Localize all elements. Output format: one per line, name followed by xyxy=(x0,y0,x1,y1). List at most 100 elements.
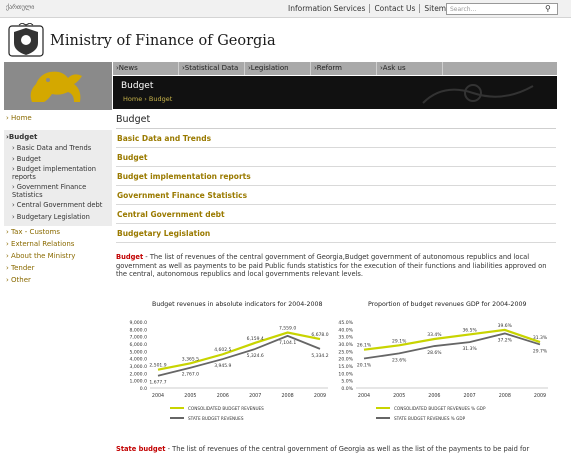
data-label: 29.1% xyxy=(392,338,407,344)
state-budget-description-text: - The list of revenues of the central go… xyxy=(165,445,530,453)
lion-icon xyxy=(30,71,83,102)
y-tick-label: 5.0% xyxy=(341,379,353,385)
state-budget-label: State budget xyxy=(116,445,166,453)
nav-statistical-data[interactable]: ›Statistical Data xyxy=(179,62,245,75)
breadcrumb[interactable]: Home › Budget xyxy=(123,95,172,103)
banner-title: Budget xyxy=(121,81,154,91)
site-title[interactable]: Ministry of Finance of Georgia xyxy=(50,33,276,49)
x-tick-label: 2008 xyxy=(499,393,511,399)
legend-label: CONSOLIDATED BUDGET REVENUES xyxy=(188,406,264,411)
sidebar-sub-basic-data[interactable]: › Basic Data and Trends xyxy=(4,144,112,152)
sidebar-budget-group: ›Budget › Basic Data and Trends › Budget… xyxy=(4,130,112,226)
section-link-basic-data[interactable]: Basic Data and Trends xyxy=(116,129,556,148)
data-label: 5,324.6 xyxy=(247,353,264,359)
sidebar-sub-budgetary-legislation[interactable]: › Budgetary Legislation xyxy=(4,213,112,221)
y-tick-label: 20.0% xyxy=(338,357,353,363)
x-tick-label: 2005 xyxy=(393,393,405,399)
y-tick-label: 45.0% xyxy=(338,320,353,326)
section-link-budgetary-legislation[interactable]: Budgetary Legislation xyxy=(116,224,556,243)
nav-news[interactable]: ›News xyxy=(113,62,179,75)
section-link-budget[interactable]: Budget xyxy=(116,148,556,167)
x-tick-label: 2009 xyxy=(534,393,546,399)
data-label: 31.3% xyxy=(462,346,477,352)
language-switch-link[interactable]: ქართული xyxy=(6,4,34,11)
x-tick-label: 2009 xyxy=(314,393,326,399)
chart-title-gdp: Proportion of budget revenues GDP for 20… xyxy=(368,301,527,308)
sidebar-item-tax-customs[interactable]: › Tax - Customs xyxy=(4,226,112,238)
x-tick-label: 2004 xyxy=(358,393,370,399)
y-tick-label: 10.0% xyxy=(338,371,353,377)
data-label: 23.6% xyxy=(392,357,407,363)
data-label: 3,945.9 xyxy=(214,363,231,369)
data-label: 20.1% xyxy=(357,363,372,369)
y-tick-label: 2,000.0 xyxy=(129,371,147,377)
data-label: 6,678.0 xyxy=(311,332,328,338)
y-tick-label: 1,000.0 xyxy=(129,379,147,385)
y-tick-label: 15.0% xyxy=(338,364,353,370)
page-title: Budget xyxy=(116,114,556,129)
sidebar-sub-finance-statistics[interactable]: › Government Finance Statistics xyxy=(4,183,112,199)
y-tick-label: 6,000.0 xyxy=(129,342,147,348)
y-tick-label: 0.0 xyxy=(140,386,147,392)
sidebar-item-budget[interactable]: ›Budget xyxy=(4,131,112,143)
main-content: Budget Basic Data and Trends Budget Budg… xyxy=(116,114,556,243)
sidebar: › Home ›Budget › Basic Data and Trends ›… xyxy=(4,112,112,286)
section-link-central-debt[interactable]: Central Government debt xyxy=(116,205,556,224)
nav-ask-us[interactable]: ›Ask us xyxy=(377,62,443,75)
section-link-finance-statistics[interactable]: Government Finance Statistics xyxy=(116,186,556,205)
data-label: 2,501.9 xyxy=(149,363,166,369)
data-label: 28.6% xyxy=(427,350,442,356)
sidebar-item-home[interactable]: › Home xyxy=(4,112,112,124)
series-line-0 xyxy=(157,331,321,371)
y-tick-label: 25.0% xyxy=(338,349,353,355)
nav-legislation[interactable]: ›Legislation xyxy=(245,62,311,75)
site-header: Ministry of Finance of Georgia xyxy=(0,18,571,62)
utility-links: Information Services Contact Us Sitemap xyxy=(284,4,459,13)
x-tick-label: 2006 xyxy=(428,393,440,399)
y-tick-label: 40.0% xyxy=(338,327,353,333)
sidebar-item-about-ministry[interactable]: › About the Ministry xyxy=(4,250,112,262)
x-tick-label: 2004 xyxy=(152,393,164,399)
data-label: 39.6% xyxy=(498,323,513,329)
contact-us-link[interactable]: Contact Us xyxy=(370,4,421,13)
y-tick-label: 35.0% xyxy=(338,335,353,341)
search-icon[interactable]: ⚲ xyxy=(545,4,551,13)
legend-label: STATE BUDGET REVENUES % GDP xyxy=(394,416,466,421)
data-label: 26.1% xyxy=(357,343,372,349)
series-line-0 xyxy=(363,328,541,351)
x-tick-label: 2007 xyxy=(249,393,261,399)
lion-emblem-banner xyxy=(4,62,112,110)
data-label: 33.4% xyxy=(427,332,442,338)
sidebar-item-tender[interactable]: › Tender xyxy=(4,262,112,274)
section-link-implementation-reports[interactable]: Budget implementation reports xyxy=(116,167,556,186)
data-label: 7,559.0 xyxy=(279,326,296,332)
data-label: 3,365.5 xyxy=(182,356,199,362)
legend-label: CONSOLIDATED BUDGET REVENUES % GDP xyxy=(394,406,486,411)
data-label: 5,334.2 xyxy=(311,353,328,359)
sidebar-item-external-relations[interactable]: › External Relations xyxy=(4,238,112,250)
ornament-graphic xyxy=(422,84,534,104)
nav-reform[interactable]: ›Reform xyxy=(311,62,377,75)
y-tick-label: 9,000.0 xyxy=(129,320,147,326)
sidebar-sub-budget[interactable]: › Budget xyxy=(4,155,112,163)
sidebar-sub-implementation-reports[interactable]: › Budget implementation reports xyxy=(4,165,112,181)
information-services-link[interactable]: Information Services xyxy=(284,4,371,13)
chart-title-absolute: Budget revenues in absolute indicators f… xyxy=(152,301,323,308)
search-input[interactable]: Search... xyxy=(446,3,558,15)
y-tick-label: 4,000.0 xyxy=(129,357,147,363)
y-tick-label: 8,000.0 xyxy=(129,327,147,333)
x-tick-label: 2006 xyxy=(217,393,229,399)
top-utility-bar: ქართული Information Services Contact Us … xyxy=(0,0,571,18)
y-tick-label: 0.0% xyxy=(341,386,353,392)
coat-of-arms-logo[interactable] xyxy=(8,23,44,57)
data-label: 7,104.1 xyxy=(279,340,296,346)
chart-absolute-revenues: 0.01,000.02,000.03,000.04,000.05,000.06,… xyxy=(129,320,328,421)
legend-label: STATE BUDGET REVENUES xyxy=(188,416,244,421)
data-label: 36.5% xyxy=(462,327,477,333)
y-tick-label: 7,000.0 xyxy=(129,335,147,341)
x-tick-label: 2008 xyxy=(281,393,293,399)
data-label: 2,767.0 xyxy=(182,372,199,378)
sidebar-sub-central-debt[interactable]: › Central Government debt xyxy=(4,201,112,210)
sidebar-item-other[interactable]: › Other xyxy=(4,274,112,286)
data-label: 6,159.4 xyxy=(247,336,264,342)
